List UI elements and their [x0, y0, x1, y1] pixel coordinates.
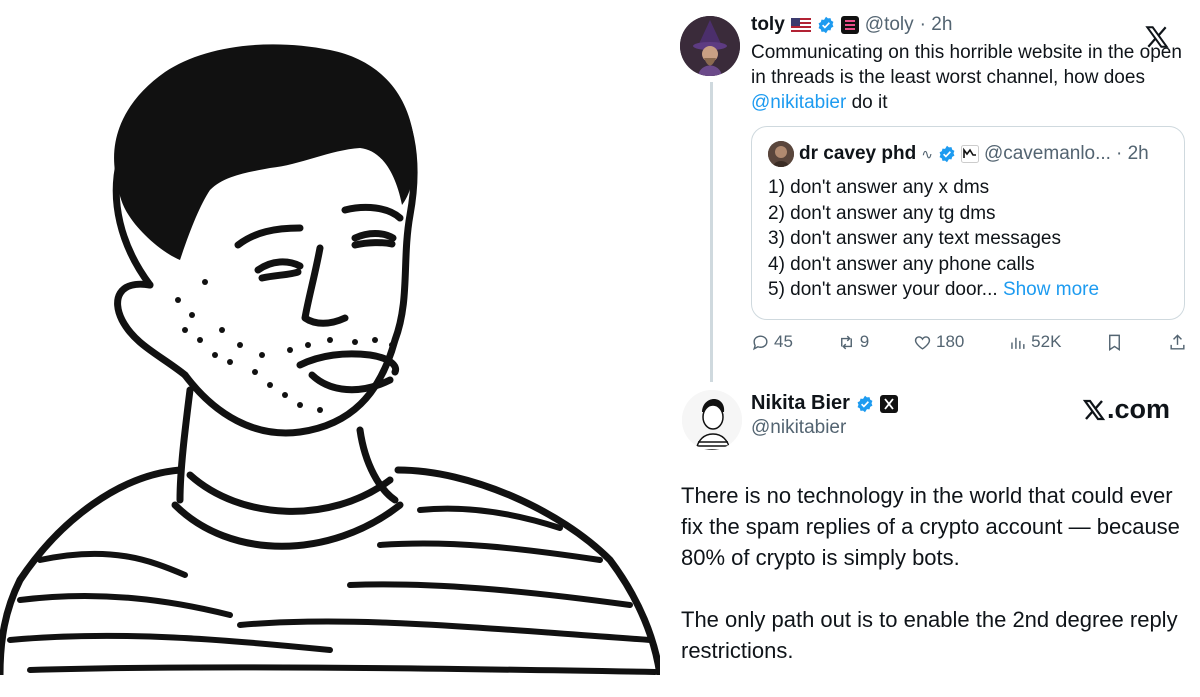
reply-button[interactable]: 45 [751, 332, 793, 352]
list-item: 1) don't answer any x dms [768, 177, 990, 198]
repost-icon [840, 335, 852, 349]
bookmark-button[interactable] [1105, 333, 1124, 352]
reply-count: 45 [774, 332, 793, 351]
reply-paragraph: There is no technology in the world that… [681, 483, 1180, 570]
show-more-link[interactable]: Show more [1003, 279, 1099, 300]
tweet-meta: toly @toly · 2h [751, 12, 1190, 38]
verified-badge-icon [857, 395, 873, 412]
reply-text: There is no technology in the world that… [681, 480, 1186, 697]
avatar[interactable] [680, 16, 740, 76]
quoted-tweet-text: 1) don't answer any x dms 2) don't answe… [768, 175, 1170, 303]
list-item: 2) don't answer any tg dms [768, 202, 996, 224]
avatar[interactable] [682, 390, 742, 450]
verified-badge-icon [939, 145, 955, 163]
tweet-text: Communicating on this horrible website i… [751, 40, 1190, 115]
verified-badge-icon [818, 16, 834, 34]
repost-button[interactable]: 9 [837, 332, 869, 352]
us-flag-icon [790, 18, 811, 32]
quoted-author-name[interactable]: dr cavey phd [799, 141, 916, 167]
reply-paragraph: The only path out is to enable the 2nd d… [681, 607, 1178, 663]
portrait-illustration [0, 0, 660, 675]
author-name[interactable]: toly [751, 12, 785, 38]
analytics-icon [1011, 337, 1025, 349]
reply-author-handle[interactable]: @nikitabier [751, 417, 898, 439]
solana-badge-icon [840, 16, 859, 34]
reply-name-row: Nikita Bier [751, 392, 898, 415]
tweet-time[interactable]: · 2h [920, 12, 953, 38]
quoted-tweet-meta: dr cavey phd ∿ @cavemanlo... · 2h [768, 141, 1170, 167]
caveman-avatar-image [768, 141, 794, 167]
like-count: 180 [935, 332, 965, 351]
affiliate-badge-icon [960, 145, 979, 163]
list-item: 3) don't answer any text messages [768, 228, 1061, 249]
mention-link[interactable]: @nikitabier [751, 92, 846, 113]
x-dot-com-logo: .com [1082, 394, 1170, 425]
x-logo-icon [1145, 26, 1169, 48]
repost-count: 9 [859, 332, 870, 351]
views-button[interactable]: 52K [1008, 332, 1061, 352]
quoted-tweet-time[interactable]: · 2h [1116, 141, 1149, 167]
heart-icon [914, 335, 931, 350]
avatar [768, 141, 794, 167]
share-button[interactable] [1168, 333, 1187, 352]
quoted-tweet[interactable]: dr cavey phd ∿ @cavemanlo... · 2h 1) don… [751, 126, 1185, 320]
share-icon [1170, 333, 1185, 350]
thread-connector-line [710, 82, 713, 382]
brand-suffix: .com [1106, 394, 1170, 424]
tweet-action-bar: 45 9 180 52K [751, 332, 1187, 352]
sketch-avatar-image [682, 390, 742, 450]
list-item: 4) don't answer any phone calls [768, 253, 1035, 275]
tilde-icon: ∿ [921, 146, 933, 162]
like-button[interactable]: 180 [913, 332, 964, 352]
list-item-text: 5) don't answer your door... [768, 279, 998, 300]
wizard-avatar-image [680, 16, 740, 76]
view-count: 52K [1031, 332, 1062, 351]
sketch-man-drawing [0, 44, 660, 675]
tweet-text-before: Communicating on this horrible website i… [751, 42, 1182, 88]
reply-author: Nikita Bier @nikitabier [751, 392, 898, 439]
reply-header: Nikita Bier @nikitabier .com [680, 386, 1190, 456]
x-logo-icon [1082, 399, 1106, 420]
reply-author-name[interactable]: Nikita Bier [751, 392, 850, 415]
reply-icon [752, 334, 768, 350]
quoted-author-handle[interactable]: @cavemanlo... [984, 141, 1111, 167]
author-handle[interactable]: @toly [865, 12, 914, 38]
list-item: 5) don't answer your door... Show more [768, 277, 1170, 303]
x-affiliate-badge-icon [879, 394, 898, 413]
tweet-text-after: do it [846, 92, 888, 113]
bookmark-icon [1109, 334, 1121, 351]
